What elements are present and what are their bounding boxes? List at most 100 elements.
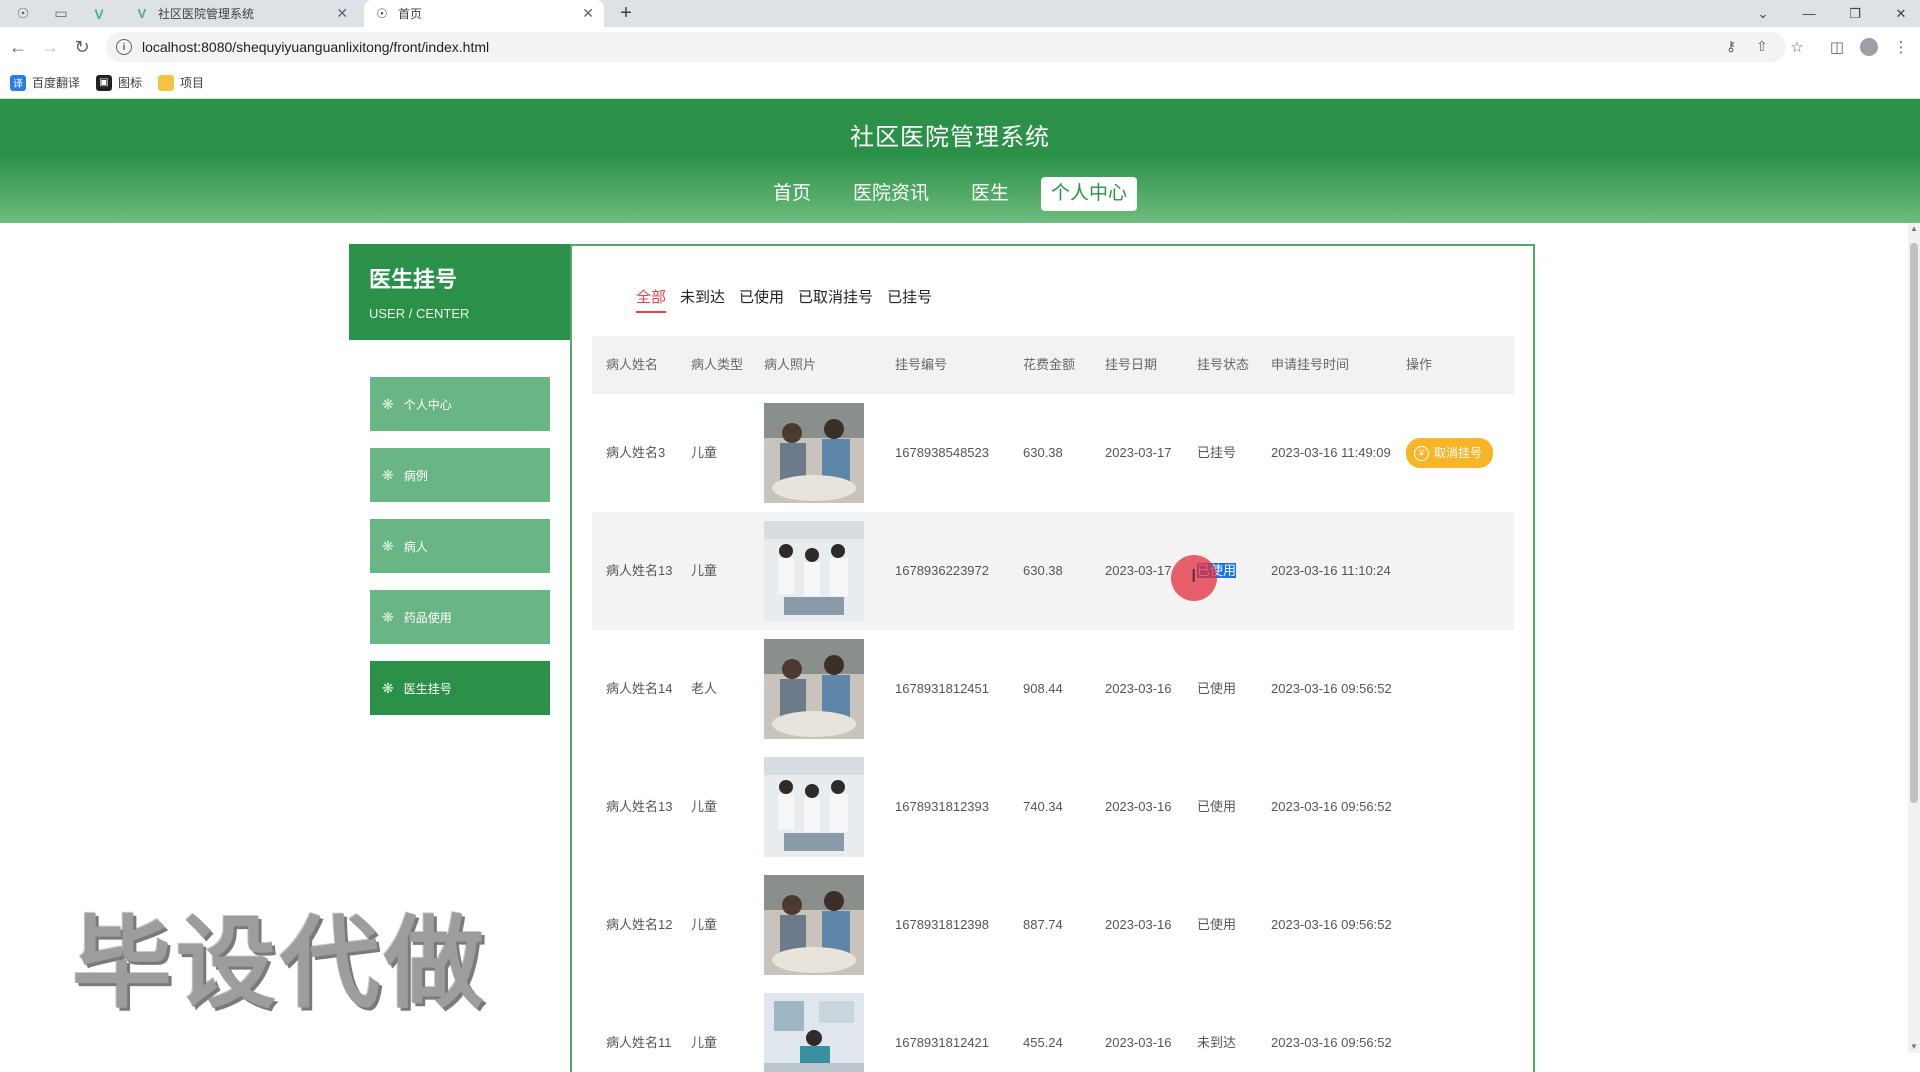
table-row[interactable]: 病人姓名13 儿童 1678931812393 740.34 2023-03-1… xyxy=(592,748,1514,866)
sidebar-item-cases[interactable]: ❋ 病例 xyxy=(370,448,550,502)
key-icon[interactable]: ⚷ xyxy=(1726,38,1736,55)
tab-title: 社区医院管理系统 xyxy=(158,7,255,21)
table-row[interactable]: 病人姓名11 儿童 1678931812421 455.24 2023-03-1… xyxy=(592,984,1514,1072)
cell-date: 2023-03-17 xyxy=(1105,563,1172,578)
cell-state: 已挂号 xyxy=(1197,445,1237,460)
globe-tab-icon[interactable]: ☉ xyxy=(4,0,42,27)
tab-search-icon[interactable]: ⌄ xyxy=(1740,0,1786,27)
bookmark-label: 图标 xyxy=(118,76,143,90)
scrollbar-thumb[interactable] xyxy=(1910,243,1918,803)
forward-icon[interactable]: → xyxy=(37,34,63,60)
header-amount: 花费金额 xyxy=(1023,357,1076,372)
header-state: 挂号状态 xyxy=(1197,357,1250,372)
sidebar-item-registration[interactable]: ❋ 医生挂号 xyxy=(370,661,550,715)
patient-photo[interactable] xyxy=(764,639,864,739)
cell-no: 1678936223972 xyxy=(895,563,989,578)
vue-icon: V xyxy=(137,6,147,21)
cell-amount: 630.38 xyxy=(1023,445,1063,460)
cancel-registration-label: 取消挂号 xyxy=(1434,446,1483,460)
scroll-down-icon[interactable]: ▼ xyxy=(1908,1041,1920,1053)
scroll-up-icon[interactable]: ▲ xyxy=(1908,223,1920,235)
info-icon[interactable]: i xyxy=(116,39,132,55)
cell-name: 病人姓名14 xyxy=(606,681,673,696)
close-icon[interactable]: ✕ xyxy=(336,5,348,22)
filter-registered[interactable]: 已挂号 xyxy=(887,286,932,313)
cell-no: 1678931812393 xyxy=(895,799,989,814)
table-row[interactable]: 病人姓名3 儿童 1678938548523 630.38 2023-03-17… xyxy=(592,394,1514,512)
page-scrollbar[interactable]: ▲ ▼ xyxy=(1908,223,1920,1053)
nav-doctors[interactable]: 医生 xyxy=(961,177,1019,211)
minimize-button[interactable]: — xyxy=(1786,0,1832,27)
cell-amount: 887.74 xyxy=(1023,917,1063,932)
sidebar-item-medicine[interactable]: ❋ 药品使用 xyxy=(370,590,550,644)
cell-state: 已使用 xyxy=(1197,799,1237,814)
cell-type: 儿童 xyxy=(691,445,718,460)
snowflake-icon: ❋ xyxy=(382,395,394,412)
sidebar-item-personal-center[interactable]: ❋ 个人中心 xyxy=(370,377,550,431)
cell-type: 儿童 xyxy=(691,917,718,932)
header-op: 操作 xyxy=(1406,357,1433,372)
close-icon[interactable]: ✕ xyxy=(582,5,594,22)
cell-type: 儿童 xyxy=(691,563,718,578)
table-row[interactable]: 病人姓名14 老人 1678931812451 908.44 2023-03-1… xyxy=(592,630,1514,748)
cell-amount: 908.44 xyxy=(1023,681,1063,696)
bookmark-item[interactable]: ▣ 图标 xyxy=(96,74,142,91)
nav-personal-center[interactable]: 个人中心 xyxy=(1041,177,1138,211)
nav-news[interactable]: 医院资讯 xyxy=(843,177,939,211)
cell-date: 2023-03-16 xyxy=(1105,1035,1172,1050)
back-icon[interactable]: ← xyxy=(5,34,31,60)
menu-icon[interactable]: ⋮ xyxy=(1888,34,1914,60)
filter-used[interactable]: 已使用 xyxy=(739,286,784,313)
cell-type: 儿童 xyxy=(691,1035,718,1050)
new-tab-button[interactable]: + xyxy=(612,0,640,27)
bookmark-item[interactable]: 译 百度翻译 xyxy=(10,74,80,91)
profile-icon[interactable] xyxy=(1856,34,1882,60)
filter-cancelled[interactable]: 已取消挂号 xyxy=(798,286,873,313)
patient-photo[interactable] xyxy=(764,875,864,975)
sidebar-item-patients[interactable]: ❋ 病人 xyxy=(370,519,550,573)
address-bar[interactable]: i localhost:8080/shequyiyuanguanlixitong… xyxy=(106,32,1786,62)
snowflake-icon: ❋ xyxy=(382,537,394,554)
yen-icon: ¥ xyxy=(1414,445,1429,461)
table-row[interactable]: 病人姓名13 儿童 1678936223972 630.38 2023-03-1… xyxy=(592,512,1514,630)
bookmark-star-icon[interactable]: ☆ xyxy=(1784,34,1810,60)
bookmark-item[interactable]: 项目 xyxy=(158,74,204,91)
patient-photo[interactable] xyxy=(764,993,864,1072)
table-row[interactable]: 病人姓名12 儿童 1678931812398 887.74 2023-03-1… xyxy=(592,866,1514,984)
tab-admin[interactable]: V 社区医院管理系统 ✕ xyxy=(124,0,358,27)
sidebar-header: 医生挂号 USER / CENTER xyxy=(349,244,570,340)
blank-tab-icon[interactable]: ▭ xyxy=(42,0,80,27)
status-filter-tabs: 全部 未到达 已使用 已取消挂号 已挂号 xyxy=(636,286,932,313)
cell-name: 病人姓名12 xyxy=(606,917,673,932)
restore-button[interactable]: ❐ xyxy=(1832,0,1878,27)
cell-name: 病人姓名13 xyxy=(606,799,673,814)
filter-not-arrived[interactable]: 未到达 xyxy=(680,286,725,313)
cell-type: 儿童 xyxy=(691,799,718,814)
cell-amount: 630.38 xyxy=(1023,563,1063,578)
tab-home[interactable]: ☉ 首页 ✕ xyxy=(364,0,604,27)
sidebar-item-label: 病例 xyxy=(403,468,428,483)
tab-title: 首页 xyxy=(398,7,423,21)
patient-photo[interactable] xyxy=(764,757,864,857)
reload-icon[interactable]: ↻ xyxy=(69,34,95,60)
patient-photo[interactable] xyxy=(764,521,864,621)
close-window-button[interactable]: ✕ xyxy=(1878,0,1920,27)
cell-name: 病人姓名13 xyxy=(606,563,673,578)
main-nav: 首页 医院资讯 医生 个人中心 xyxy=(0,177,1900,211)
sidebar-item-label: 个人中心 xyxy=(403,397,452,412)
side-panel-icon[interactable]: ◫ xyxy=(1824,34,1850,60)
vue-tab-icon[interactable]: V xyxy=(80,0,118,27)
filter-all[interactable]: 全部 xyxy=(636,286,667,313)
snowflake-icon: ❋ xyxy=(382,608,394,625)
snowflake-icon: ❋ xyxy=(382,679,394,696)
cell-date: 2023-03-16 xyxy=(1105,917,1172,932)
share-icon[interactable]: ⇧ xyxy=(1756,38,1768,55)
cancel-registration-button[interactable]: ¥ 取消挂号 xyxy=(1406,438,1494,468)
patient-photo[interactable] xyxy=(764,403,864,503)
cell-time: 2023-03-16 11:10:24 xyxy=(1271,563,1391,578)
cell-photo xyxy=(750,875,881,975)
registration-table: 病人姓名 病人类型 病人照片 挂号编号 花费金额 挂号日期 挂号状态 申请挂号时… xyxy=(592,336,1514,1072)
nav-home[interactable]: 首页 xyxy=(763,177,821,211)
cell-no: 1678938548523 xyxy=(895,445,989,460)
cell-type: 老人 xyxy=(691,681,718,696)
